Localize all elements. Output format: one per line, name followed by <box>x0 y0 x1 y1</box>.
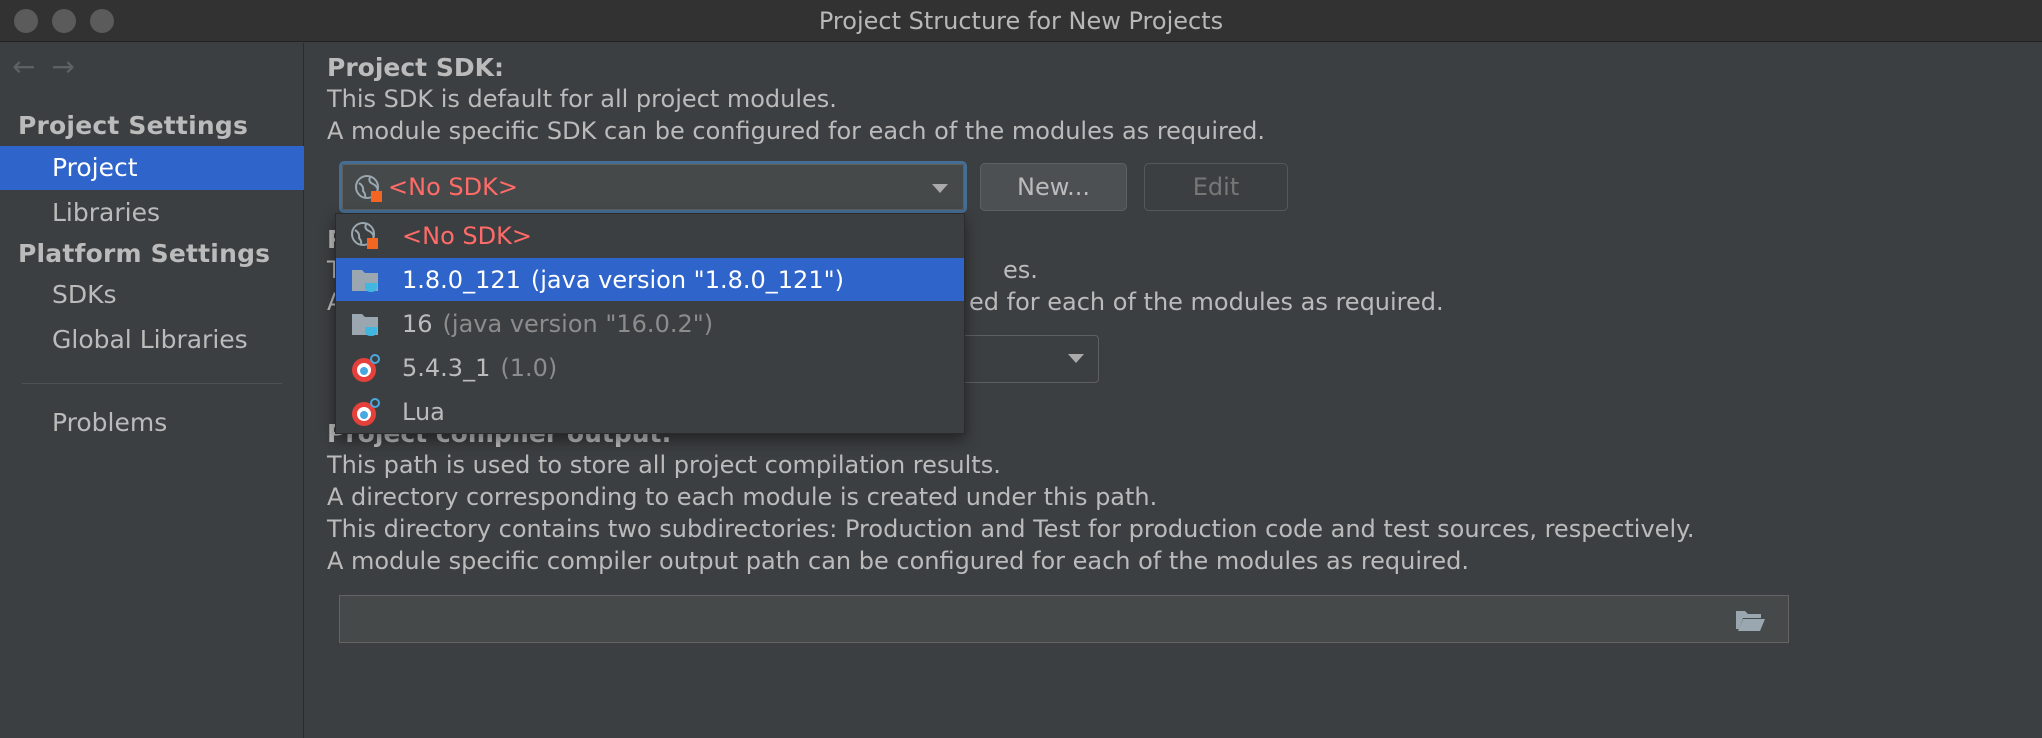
sdk-option-name: 16 <box>402 310 433 338</box>
lua-sdk-icon <box>350 397 382 435</box>
sidebar-item-global-libraries[interactable]: Global Libraries <box>0 318 304 362</box>
group-title-platform-settings: Platform Settings <box>18 239 271 268</box>
sdk-option-1-8-0-121[interactable]: 1.8.0_121 (java version "1.8.0_121") <box>336 258 964 301</box>
group-title-project-settings: Project Settings <box>18 111 249 140</box>
sdk-option-name: 1.8.0_121 <box>402 266 521 294</box>
sidebar-item-project[interactable]: Project <box>0 146 304 190</box>
sdk-option-name: <No SDK> <box>402 222 532 250</box>
compiler-output-desc-1: This path is used to store all project c… <box>327 451 1001 479</box>
sidebar-item-libraries[interactable]: Libraries <box>0 191 304 235</box>
sdk-option-lua[interactable]: Lua <box>336 390 964 433</box>
language-level-desc-1-tail: es. <box>1003 256 1038 284</box>
java-folder-icon <box>350 265 382 301</box>
back-arrow-icon[interactable]: ← <box>12 53 35 83</box>
sdk-option-name: Lua <box>402 398 445 426</box>
globe-error-icon <box>350 221 380 257</box>
globe-error-icon <box>354 174 384 210</box>
sdk-option-name: 5.4.3_1 <box>402 354 491 382</box>
project-sdk-desc-2: A module specific SDK can be configured … <box>327 117 1266 145</box>
java-folder-icon <box>350 309 382 345</box>
sidebar-item-sdks[interactable]: SDKs <box>0 273 304 317</box>
project-sdk-desc-1: This SDK is default for all project modu… <box>327 85 837 113</box>
sidebar-divider <box>22 383 282 384</box>
sidebar-item-problems[interactable]: Problems <box>0 401 304 445</box>
sidebar: ← → Project Settings Project Libraries P… <box>0 43 304 738</box>
language-level-desc-2-tail: ed for each of the modules as required. <box>969 288 1444 316</box>
forward-arrow-icon[interactable]: → <box>51 53 74 83</box>
sdk-option-16[interactable]: 16 (java version "16.0.2") <box>336 302 964 345</box>
sdk-option-detail: (java version "16.0.2") <box>442 310 714 338</box>
sdk-option-detail: (java version "1.8.0_121") <box>530 266 844 294</box>
project-sdk-heading: Project SDK: <box>327 53 504 82</box>
project-sdk-combobox[interactable]: <No SDK> <box>339 161 967 213</box>
chevron-down-icon <box>1068 354 1084 363</box>
compiler-output-desc-3: This directory contains two subdirectori… <box>327 515 1695 543</box>
sdk-option-detail: (1.0) <box>500 354 558 382</box>
browse-folder-icon[interactable] <box>1734 607 1766 639</box>
edit-sdk-button[interactable]: Edit <box>1144 163 1288 211</box>
title-bar: Project Structure for New Projects <box>0 0 2042 42</box>
compiler-output-path-field[interactable] <box>339 595 1789 643</box>
sdk-dropdown-popup: <No SDK> 1.8.0_121 (java version "1.8.0_1… <box>335 213 965 434</box>
new-sdk-button[interactable]: New... <box>980 163 1127 211</box>
compiler-output-desc-4: A module specific compiler output path c… <box>327 547 1470 575</box>
compiler-output-desc-2: A directory corresponding to each module… <box>327 483 1158 511</box>
nav-arrows: ← → <box>12 53 75 83</box>
lua-sdk-icon <box>350 353 382 391</box>
sdk-option-5-4-3-1[interactable]: 5.4.3_1 (1.0) <box>336 346 964 389</box>
chevron-down-icon <box>932 184 948 193</box>
sdk-option-no-sdk[interactable]: <No SDK> <box>336 214 964 257</box>
window-title: Project Structure for New Projects <box>818 7 1224 35</box>
project-sdk-value: <No SDK> <box>388 173 518 201</box>
